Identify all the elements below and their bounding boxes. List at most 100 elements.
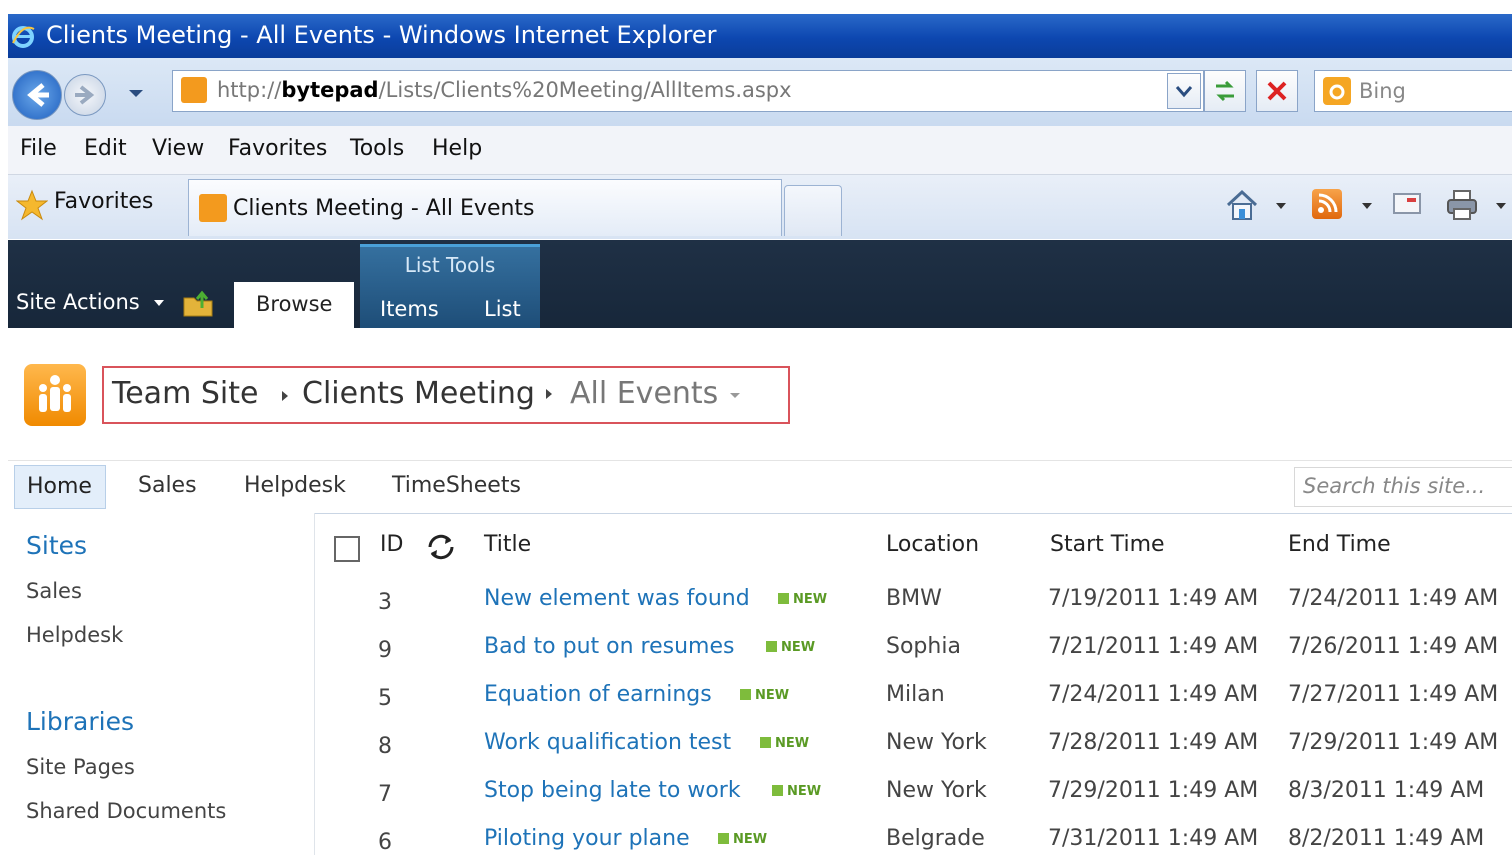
quick-launch-item-shared-documents[interactable]: Shared Documents [26,799,226,823]
site-logo [24,364,86,426]
navigate-up-button[interactable] [182,288,216,320]
nav-home-label: Home [27,474,92,499]
row-end-time: 7/29/2011 1:49 AM [1288,730,1499,755]
print-dropdown-icon[interactable] [1494,199,1508,213]
address-dropdown-button[interactable] [1167,73,1201,109]
address-text[interactable]: http://bytepad/Lists/Clients%20Meeting/A… [217,78,792,102]
new-badge-label: NEW [793,592,828,607]
event-title-link[interactable]: Stop being late to work [484,778,741,803]
menu-file[interactable]: File [20,136,57,161]
nav-home[interactable]: Home [14,465,106,509]
breadcrumb-site[interactable]: Team Site [112,376,258,411]
feeds-button[interactable] [1312,189,1342,219]
quick-launch: Sites Sales Helpdesk Libraries Site Page… [8,513,315,855]
forward-button[interactable] [64,74,106,116]
event-title-link[interactable]: Piloting your plane [484,826,690,851]
row-end-time: 8/2/2011 1:49 AM [1288,826,1485,851]
quick-launch-libraries-heading[interactable]: Libraries [26,707,134,736]
tab-browse[interactable]: Browse [234,282,354,328]
event-title-link[interactable]: New element was found [484,586,750,611]
view-selector[interactable]: All Events [570,376,742,411]
favorites-button[interactable]: Favorites [8,175,178,239]
chevron-down-icon [729,392,740,398]
column-header-location[interactable]: Location [886,532,979,557]
quick-launch-sites-heading[interactable]: Sites [26,531,87,560]
view-selector-label: All Events [570,376,719,411]
tab-items[interactable]: Items [380,297,439,321]
quick-launch-item-site-pages[interactable]: Site Pages [26,755,135,779]
event-title-link[interactable]: Bad to put on resumes [484,634,734,659]
refresh-icon [428,534,454,560]
back-button[interactable] [12,70,62,120]
nav-sales[interactable]: Sales [138,473,197,498]
back-arrow-icon [27,83,49,107]
search-box[interactable]: Bing [1314,70,1512,112]
quick-launch-item-helpdesk[interactable]: Helpdesk [26,623,123,647]
menu-tools[interactable]: Tools [350,136,404,161]
new-badge-icon [740,689,751,700]
search-engine-placeholder: Bing [1359,79,1406,103]
row-end-time: 7/27/2011 1:49 AM [1288,682,1499,707]
new-badge-label: NEW [787,784,822,799]
new-badge-label: NEW [755,688,790,703]
url-scheme: http:// [217,78,282,102]
breadcrumb-list[interactable]: Clients Meeting [302,376,535,411]
folder-up-icon [183,290,213,317]
menu-favorites[interactable]: Favorites [228,136,327,161]
row-location: Sophia [886,634,961,659]
menu-view[interactable]: View [152,136,204,161]
row-id: 3 [378,590,392,615]
column-header-start-time[interactable]: Start Time [1050,532,1165,557]
stop-button[interactable] [1256,70,1298,112]
forward-arrow-icon [75,85,95,105]
nav-timesheets[interactable]: TimeSheets [392,473,521,498]
quick-launch-item-sales[interactable]: Sales [26,579,82,603]
column-header-title[interactable]: Title [484,532,531,557]
home-dropdown-icon[interactable] [1274,199,1288,213]
site-actions-label: Site Actions [16,290,140,314]
address-bar[interactable]: http://bytepad/Lists/Clients%20Meeting/A… [172,70,1204,112]
site-actions-menu[interactable]: Site Actions [16,290,166,314]
row-end-time: 7/24/2011 1:49 AM [1288,586,1499,611]
row-location: BMW [886,586,942,611]
window-title-bar: Clients Meeting - All Events - Windows I… [8,14,1512,58]
home-icon [1226,189,1258,220]
column-header-end-time[interactable]: End Time [1288,532,1391,557]
nav-helpdesk[interactable]: Helpdesk [244,473,346,498]
sort-toggle[interactable] [424,530,458,564]
rss-icon [1318,193,1338,213]
home-button[interactable] [1222,185,1262,225]
star-icon [16,189,48,221]
read-mail-button[interactable] [1392,191,1422,217]
event-title-link[interactable]: Work qualification test [484,730,731,755]
tab-title: Clients Meeting - All Events [233,196,535,221]
recent-pages-dropdown[interactable] [126,84,146,104]
new-badge: NEW [766,640,815,655]
menu-help[interactable]: Help [432,136,482,161]
address-toolbar: http://bytepad/Lists/Clients%20Meeting/A… [8,58,1512,126]
tab-browse-label: Browse [256,292,333,316]
window-title: Clients Meeting - All Events - Windows I… [46,21,717,49]
column-header-id[interactable]: ID [380,532,403,557]
refresh-icon [1216,80,1234,102]
refresh-button[interactable] [1204,70,1246,112]
select-all-checkbox[interactable] [334,536,360,562]
new-badge-label: NEW [733,832,768,847]
new-badge: NEW [772,784,821,799]
row-start-time: 7/28/2011 1:49 AM [1048,730,1259,755]
event-title-link[interactable]: Equation of earnings [484,682,712,707]
breadcrumb: Team Site Clients Meeting All Events [102,366,790,424]
tab-list[interactable]: List [484,297,521,321]
internet-explorer-icon [12,26,35,48]
new-badge-label: NEW [775,736,810,751]
print-button[interactable] [1444,187,1480,223]
row-end-time: 8/3/2011 1:49 AM [1288,778,1485,803]
row-location: New York [886,730,987,755]
new-tab-button[interactable] [784,185,842,236]
feeds-dropdown-icon[interactable] [1360,199,1374,213]
list-tools-group: List Tools Items List [360,244,540,331]
site-search-input[interactable]: Search this site... [1294,467,1512,507]
menu-edit[interactable]: Edit [84,136,127,161]
browser-tab-active[interactable]: Clients Meeting - All Events [188,179,782,236]
row-start-time: 7/24/2011 1:49 AM [1048,682,1259,707]
